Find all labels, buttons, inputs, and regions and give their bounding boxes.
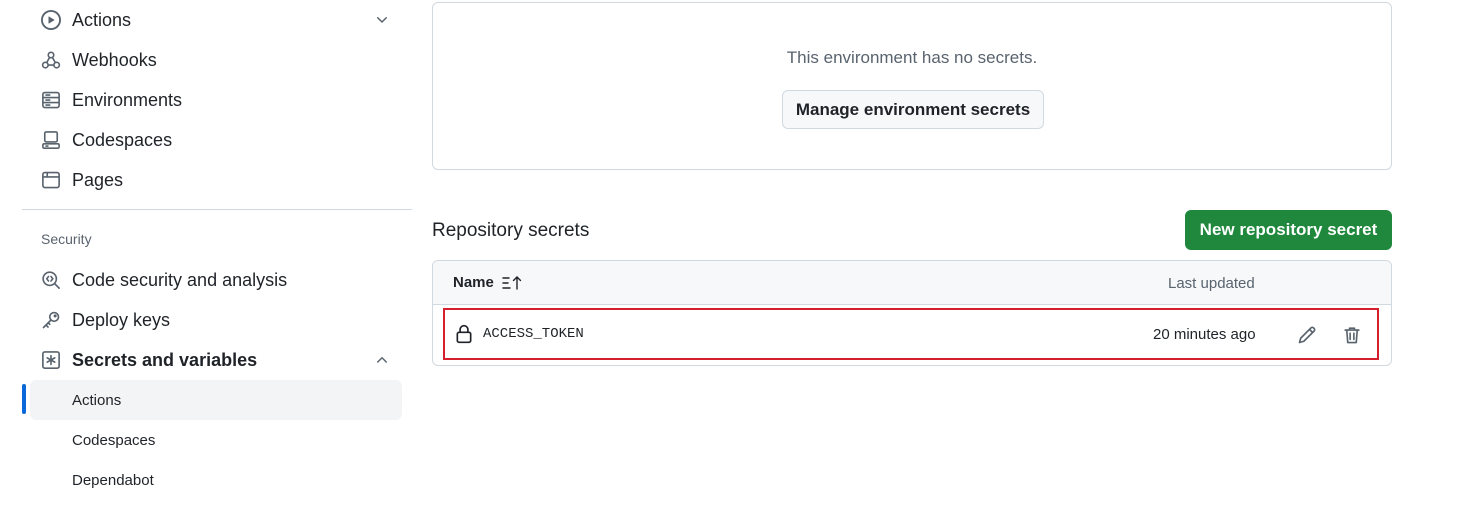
chevron-down-icon [374,12,390,28]
last-updated-column-header: Last updated [1168,275,1255,292]
repository-secrets-table: Name Last updated ACCESS_TOKEN 20 minute… [432,260,1392,366]
secret-last-updated: 20 minutes ago [1153,326,1256,343]
sidebar-item-pages[interactable]: Pages [30,160,402,200]
sidebar-item-environments[interactable]: Environments [30,80,402,120]
play-icon [40,9,62,31]
sidebar-item-code-security[interactable]: Code security and analysis [30,260,402,300]
sidebar-item-label: Webhooks [72,49,157,70]
key-icon [40,309,62,331]
repository-secrets-title: Repository secrets [432,220,590,241]
sidebar-subitem-label: Actions [72,391,122,409]
new-repository-secret-button[interactable]: New repository secret [1185,210,1392,250]
server-icon [40,89,62,111]
environment-secrets-box: This environment has no secrets. Manage … [432,2,1392,170]
sidebar-item-label: Codespaces [72,129,173,150]
sidebar-item-label: Actions [72,9,132,30]
sidebar-subitem-label: Dependabot [72,471,154,489]
webhook-icon [40,49,62,71]
table-row: ACCESS_TOKEN 20 minutes ago [443,308,1379,360]
browser-icon [40,169,62,191]
sidebar-item-label: Environments [72,89,183,110]
codescan-icon [40,269,62,291]
sidebar-subitem-actions[interactable]: Actions [30,380,402,420]
sidebar-subitem-codespaces[interactable]: Codespaces [30,420,402,460]
sidebar-divider [22,209,412,210]
table-header: Name Last updated [433,261,1391,305]
name-column-label: Name [453,274,494,291]
settings-sidebar: Actions Webhooks Environments Codespaces… [0,0,412,508]
sidebar-item-webhooks[interactable]: Webhooks [30,40,402,80]
sidebar-item-actions[interactable]: Actions [30,0,402,40]
manage-environment-secrets-button[interactable]: Manage environment secrets [782,90,1044,129]
secret-name: ACCESS_TOKEN [483,326,584,342]
sort-ascending-icon[interactable] [502,275,524,291]
lock-icon [455,324,473,344]
sidebar-item-deploy-keys[interactable]: Deploy keys [30,300,402,340]
sidebar-item-label: Deploy keys [72,309,171,330]
codespaces-icon [40,129,62,151]
environment-empty-text: This environment has no secrets. [786,48,1038,67]
sidebar-item-label: Secrets and variables [72,349,258,370]
name-column-header[interactable]: Name [453,274,524,291]
active-indicator [22,384,26,414]
trash-icon[interactable] [1342,325,1362,345]
section-heading-security: Security [41,231,92,247]
sidebar-item-codespaces[interactable]: Codespaces [30,120,402,160]
chevron-up-icon [374,352,390,368]
sidebar-item-label: Code security and analysis [72,269,288,290]
asterisk-icon [40,349,62,371]
pencil-icon[interactable] [1297,325,1317,345]
sidebar-subitem-dependabot[interactable]: Dependabot [30,460,402,500]
sidebar-item-label: Pages [72,169,124,190]
sidebar-subitem-label: Codespaces [72,431,156,449]
sidebar-item-secrets-and-variables[interactable]: Secrets and variables [30,340,402,380]
